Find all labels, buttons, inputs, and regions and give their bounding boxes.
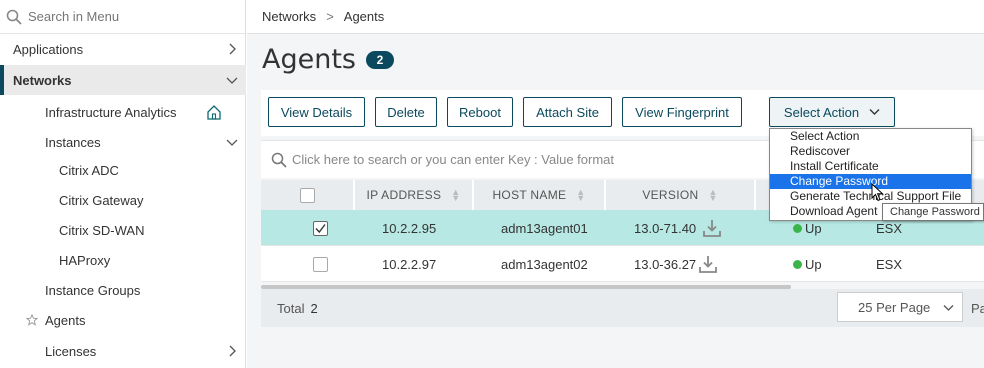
sidebar-item-networks[interactable]: Networks (0, 65, 246, 95)
sidebar-item-citrix-gateway[interactable]: Citrix Gateway (0, 185, 246, 215)
star-icon[interactable] (26, 314, 38, 326)
version-text: 13.0-71.40 (634, 220, 697, 236)
download-icon[interactable] (702, 218, 722, 238)
page-header: Agents 2 (262, 44, 394, 75)
menu-item-install-certificate[interactable]: Install Certificate (770, 159, 971, 174)
menu-item-select-action[interactable]: Select Action (770, 129, 971, 144)
status-text: Up (805, 256, 822, 272)
sidebar-item-applications[interactable]: Applications (0, 34, 246, 64)
cell-version: 13.0-71.40 (634, 210, 722, 246)
breadcrumb: Networks > Agents (247, 0, 984, 34)
sidebar-item-instances[interactable]: Instances (0, 127, 246, 157)
count-badge: 2 (366, 50, 394, 69)
header-label: VERSION (642, 188, 699, 202)
cell-ip-address: 10.2.2.97 (382, 256, 437, 272)
header-label: HOST NAME (492, 188, 567, 202)
sidebar-item-label: Instance Groups (45, 282, 141, 298)
pagination-label: Pa (971, 300, 984, 316)
cell-version: 13.0-36.27 (634, 246, 718, 282)
total-value: 2 (310, 300, 318, 316)
status-text: Up (805, 220, 822, 236)
sidebar-item-label: Instances (45, 134, 101, 150)
breadcrumb-agents: Agents (343, 9, 385, 24)
sidebar-item-label: Citrix SD-WAN (59, 222, 145, 238)
sidebar-item-label: HAProxy (59, 252, 111, 268)
menu-item-rediscover[interactable]: Rediscover (770, 144, 971, 159)
table-footer: Total 2 25 Per Page Pa (261, 289, 984, 327)
menu-search-input[interactable] (28, 9, 228, 24)
per-page-select[interactable]: 25 Per Page (837, 292, 963, 322)
menu-search[interactable] (0, 0, 245, 34)
search-icon (271, 152, 287, 168)
chevron-down-icon (226, 77, 238, 84)
header-label: IP ADDRESS (366, 188, 442, 202)
chevron-down-icon (869, 109, 880, 115)
sidebar-item-agents[interactable]: Agents (0, 305, 246, 335)
cell-host-name: adm13agent02 (501, 256, 588, 272)
table-row[interactable]: 10.2.2.97 adm13agent02 13.0-36.27 Up ESX (261, 246, 984, 282)
chevron-down-icon (226, 139, 238, 146)
page-title: Agents (262, 44, 356, 75)
total-label: Total (277, 300, 305, 316)
sidebar-item-label: Applications (13, 41, 84, 57)
status-up-icon (793, 223, 802, 233)
checkmark-icon (315, 224, 326, 234)
header-version[interactable]: VERSION ▲ ▼ (606, 180, 756, 210)
select-action-dropdown[interactable]: Select Action (769, 97, 895, 127)
sidebar-item-citrix-sd-wan[interactable]: Citrix SD-WAN (0, 215, 246, 245)
chevron-right-icon (229, 43, 236, 55)
home-icon (207, 105, 221, 120)
sidebar-item-label: Agents (45, 312, 86, 328)
sort-icon: ▲ ▼ (708, 187, 718, 203)
sidebar-item-haproxy[interactable]: HAProxy (0, 245, 246, 275)
sidebar-item-licenses[interactable]: Licenses (0, 336, 246, 366)
sidebar-item-label: Licenses (45, 343, 97, 359)
total-count: Total 2 (277, 289, 318, 327)
sidebar-item-label: Citrix ADC (59, 162, 119, 178)
breadcrumb-networks[interactable]: Networks (262, 9, 316, 24)
breadcrumb-separator: > (326, 9, 334, 24)
sidebar-item-infrastructure-analytics[interactable]: Infrastructure Analytics (0, 97, 246, 127)
select-action-label: Select Action (783, 104, 860, 120)
search-icon (6, 9, 22, 25)
sidebar-item-instance-groups[interactable]: Instance Groups (0, 275, 246, 305)
per-page-value: 25 Per Page (858, 299, 931, 315)
delete-button[interactable]: Delete (375, 97, 437, 127)
status-up-icon (793, 259, 802, 269)
row-checkbox[interactable] (313, 221, 328, 236)
download-icon[interactable] (698, 254, 718, 274)
table-search-placeholder: Click here to search or you can enter Ke… (292, 152, 615, 167)
header-select-all-cell (261, 180, 355, 210)
sidebar: Applications Networks Infrastructure Ana… (0, 0, 246, 368)
header-ip-address[interactable]: IP ADDRESS ▲ ▼ (355, 180, 474, 210)
attach-site-button[interactable]: Attach Site (523, 97, 612, 127)
sidebar-item-citrix-adc[interactable]: Citrix ADC (0, 155, 246, 185)
view-fingerprint-button[interactable]: View Fingerprint (622, 97, 742, 127)
header-host-name[interactable]: HOST NAME ▲ ▼ (474, 180, 606, 210)
chevron-right-icon (229, 345, 236, 357)
cell-status: Up (793, 246, 822, 282)
view-details-button[interactable]: View Details (268, 97, 365, 127)
row-checkbox[interactable] (313, 257, 328, 272)
cell-platform: ESX (876, 256, 903, 272)
sidebar-item-label: Infrastructure Analytics (45, 104, 177, 120)
sort-icon: ▲ ▼ (451, 187, 461, 203)
sidebar-item-label: Networks (13, 72, 72, 88)
cell-host-name: adm13agent01 (501, 220, 588, 236)
chevron-down-icon (943, 305, 954, 311)
mouse-pointer-icon (871, 183, 884, 202)
reboot-button[interactable]: Reboot (447, 97, 513, 127)
cell-ip-address: 10.2.2.95 (382, 220, 437, 236)
sidebar-item-label: Citrix Gateway (59, 192, 144, 208)
sort-icon: ▲ ▼ (576, 187, 586, 203)
select-all-checkbox[interactable] (299, 187, 315, 203)
tooltip: Change Password (882, 203, 984, 221)
version-text: 13.0-36.27 (634, 256, 697, 272)
